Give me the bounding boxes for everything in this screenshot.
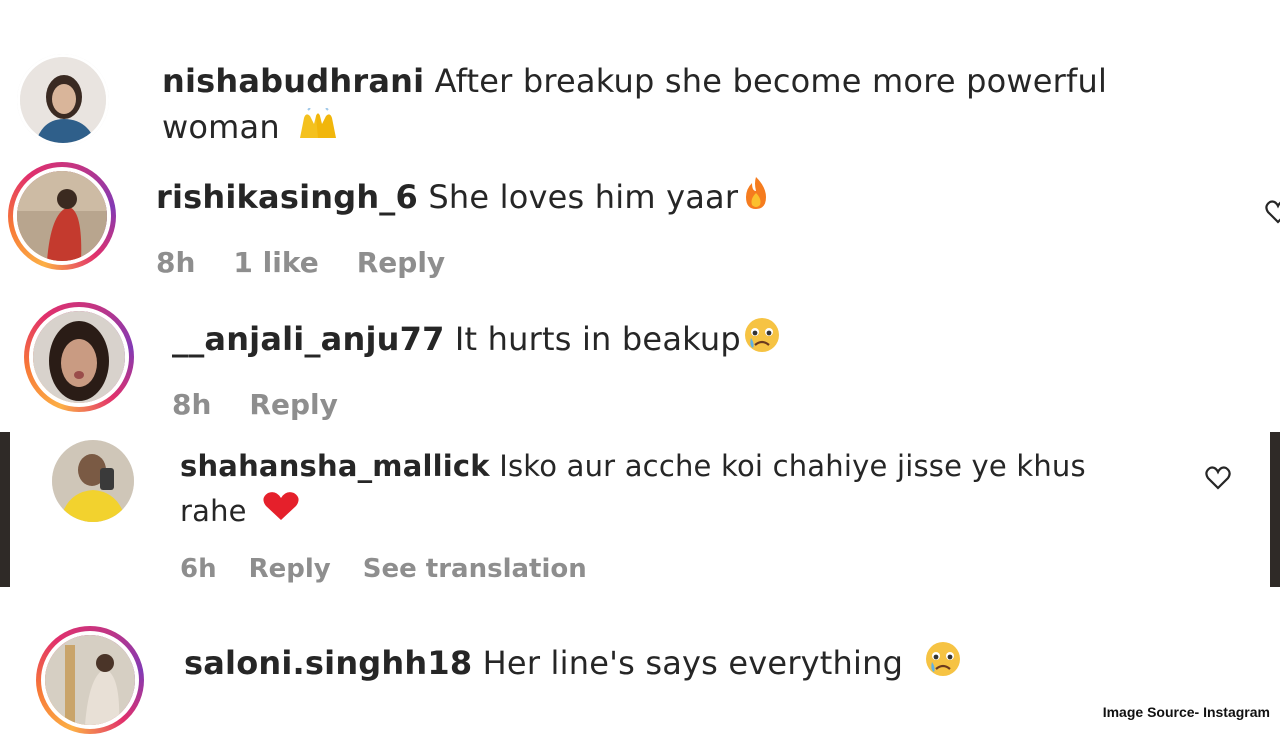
comment-username[interactable]: __anjali_anju77 xyxy=(172,320,445,358)
comment-body: Her line's says everything xyxy=(482,644,904,683)
comment-likes[interactable]: 1 like xyxy=(233,246,318,279)
comment-text: saloni.singhh18 Her line's says everythi… xyxy=(184,640,1184,690)
comment-username[interactable]: saloni.singhh18 xyxy=(184,644,472,682)
raising-hands-icon xyxy=(296,106,340,152)
avatar-shahansha_mallick[interactable] xyxy=(52,440,134,522)
reply-button[interactable]: Reply xyxy=(357,246,445,279)
avatar-__anjali_anju77[interactable] xyxy=(24,302,134,412)
comment-body: It hurts in beakup xyxy=(454,320,741,359)
image-edge-left xyxy=(0,432,10,587)
comment-meta: 6h Reply See translation xyxy=(180,554,625,584)
comment-text: __anjali_anju77 It hurts in beakup xyxy=(172,316,1212,366)
like-heart-icon[interactable] xyxy=(1204,464,1232,492)
reply-button[interactable]: Reply xyxy=(249,554,331,584)
comment-time: 8h xyxy=(156,246,196,279)
avatar-image xyxy=(45,635,135,725)
comment-text: rishikasingh_6 She loves him yaar xyxy=(156,174,1196,223)
avatar-saloni.singhh18[interactable] xyxy=(36,626,144,734)
comment-meta: 8h Reply xyxy=(172,388,376,421)
comment-username[interactable]: rishikasingh_6 xyxy=(156,178,418,216)
comment-username[interactable]: shahansha_mallick xyxy=(180,449,490,483)
comment-text: nishabudhrani After breakup she become m… xyxy=(162,58,1202,153)
avatar-nishabudhrani[interactable] xyxy=(17,54,109,146)
see-translation-link[interactable]: See translation xyxy=(363,554,587,584)
comment-time: 6h xyxy=(180,554,217,584)
comment-text: shahansha_mallick Isko aur acche koi cha… xyxy=(180,444,1140,535)
red-heart-icon xyxy=(262,490,300,535)
image-edge-right xyxy=(1270,432,1280,587)
avatar-image xyxy=(33,311,125,403)
crying-face-icon xyxy=(924,640,962,690)
comment-body: She loves him yaar xyxy=(428,178,739,216)
comment-time: 8h xyxy=(172,388,212,421)
like-heart-icon[interactable] xyxy=(1264,198,1280,226)
crying-face-icon xyxy=(743,316,781,366)
avatar-image xyxy=(17,171,107,261)
reply-button[interactable]: Reply xyxy=(249,388,337,421)
comment-username[interactable]: nishabudhrani xyxy=(162,62,424,100)
avatar-rishikasingh_6[interactable] xyxy=(8,162,116,270)
avatar-image xyxy=(52,440,134,522)
comment-meta: 8h 1 like Reply xyxy=(156,246,483,279)
avatar-image xyxy=(20,57,106,143)
fire-icon xyxy=(740,175,772,223)
image-credit: Image Source- Instagram xyxy=(1102,704,1270,720)
